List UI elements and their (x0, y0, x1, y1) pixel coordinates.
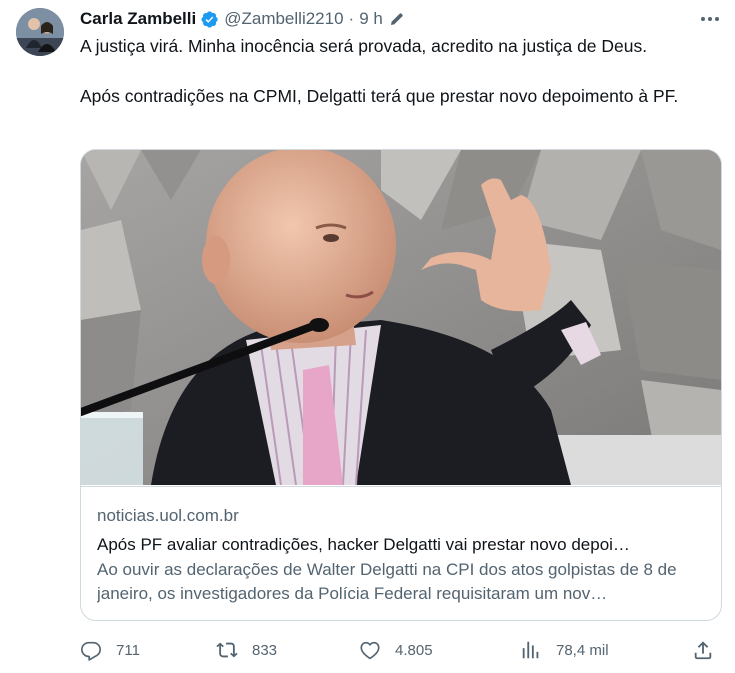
link-domain: noticias.uol.com.br (97, 506, 239, 525)
tweet-paragraph: A justiça virá. Minha inocência será pro… (80, 36, 648, 56)
action-bar: 711 833 4.805 78,4 mil (80, 636, 720, 664)
link-card-image[interactable] (81, 150, 721, 485)
retweet-button[interactable]: 833 (216, 636, 277, 664)
timestamp[interactable]: 9 h (359, 9, 383, 29)
edited-pencil-icon[interactable] (389, 11, 405, 27)
reply-button[interactable]: 711 (80, 636, 140, 664)
share-icon (692, 639, 714, 661)
retweet-icon (216, 639, 238, 661)
heart-icon (359, 639, 381, 661)
separator-dot: · (348, 9, 355, 28)
tweet-header: Carla Zambelli @Zambelli2210 · 9 h (80, 8, 405, 30)
verified-badge-icon[interactable] (200, 10, 219, 29)
more-options-icon[interactable] (697, 8, 723, 30)
views-count: 78,4 mil (556, 641, 609, 659)
views-chart-icon (520, 639, 542, 661)
link-card-body: noticias.uol.com.br Após PF avaliar cont… (81, 486, 721, 606)
link-card[interactable]: noticias.uol.com.br Após PF avaliar cont… (80, 149, 722, 621)
share-button[interactable] (692, 636, 714, 664)
author-name[interactable]: Carla Zambelli (80, 9, 196, 29)
like-count: 4.805 (395, 641, 433, 659)
views-button[interactable]: 78,4 mil (520, 636, 609, 664)
reply-count: 711 (116, 641, 140, 659)
avatar[interactable] (16, 8, 64, 56)
like-button[interactable]: 4.805 (359, 636, 433, 664)
tweet-text: A justiça virá. Minha inocência será pro… (80, 34, 720, 109)
author-handle[interactable]: @Zambelli2210 (224, 9, 343, 29)
tweet: Carla Zambelli @Zambelli2210 · 9 h A jus… (0, 0, 735, 673)
reply-icon (80, 639, 102, 661)
tweet-paragraph: Após contradições na CPMI, Delgatti terá… (80, 86, 679, 106)
link-description: Ao ouvir as declarações de Walter Delgat… (97, 560, 677, 603)
retweet-count: 833 (252, 641, 278, 659)
link-title: Após PF avaliar contradições, hacker Del… (97, 535, 630, 554)
